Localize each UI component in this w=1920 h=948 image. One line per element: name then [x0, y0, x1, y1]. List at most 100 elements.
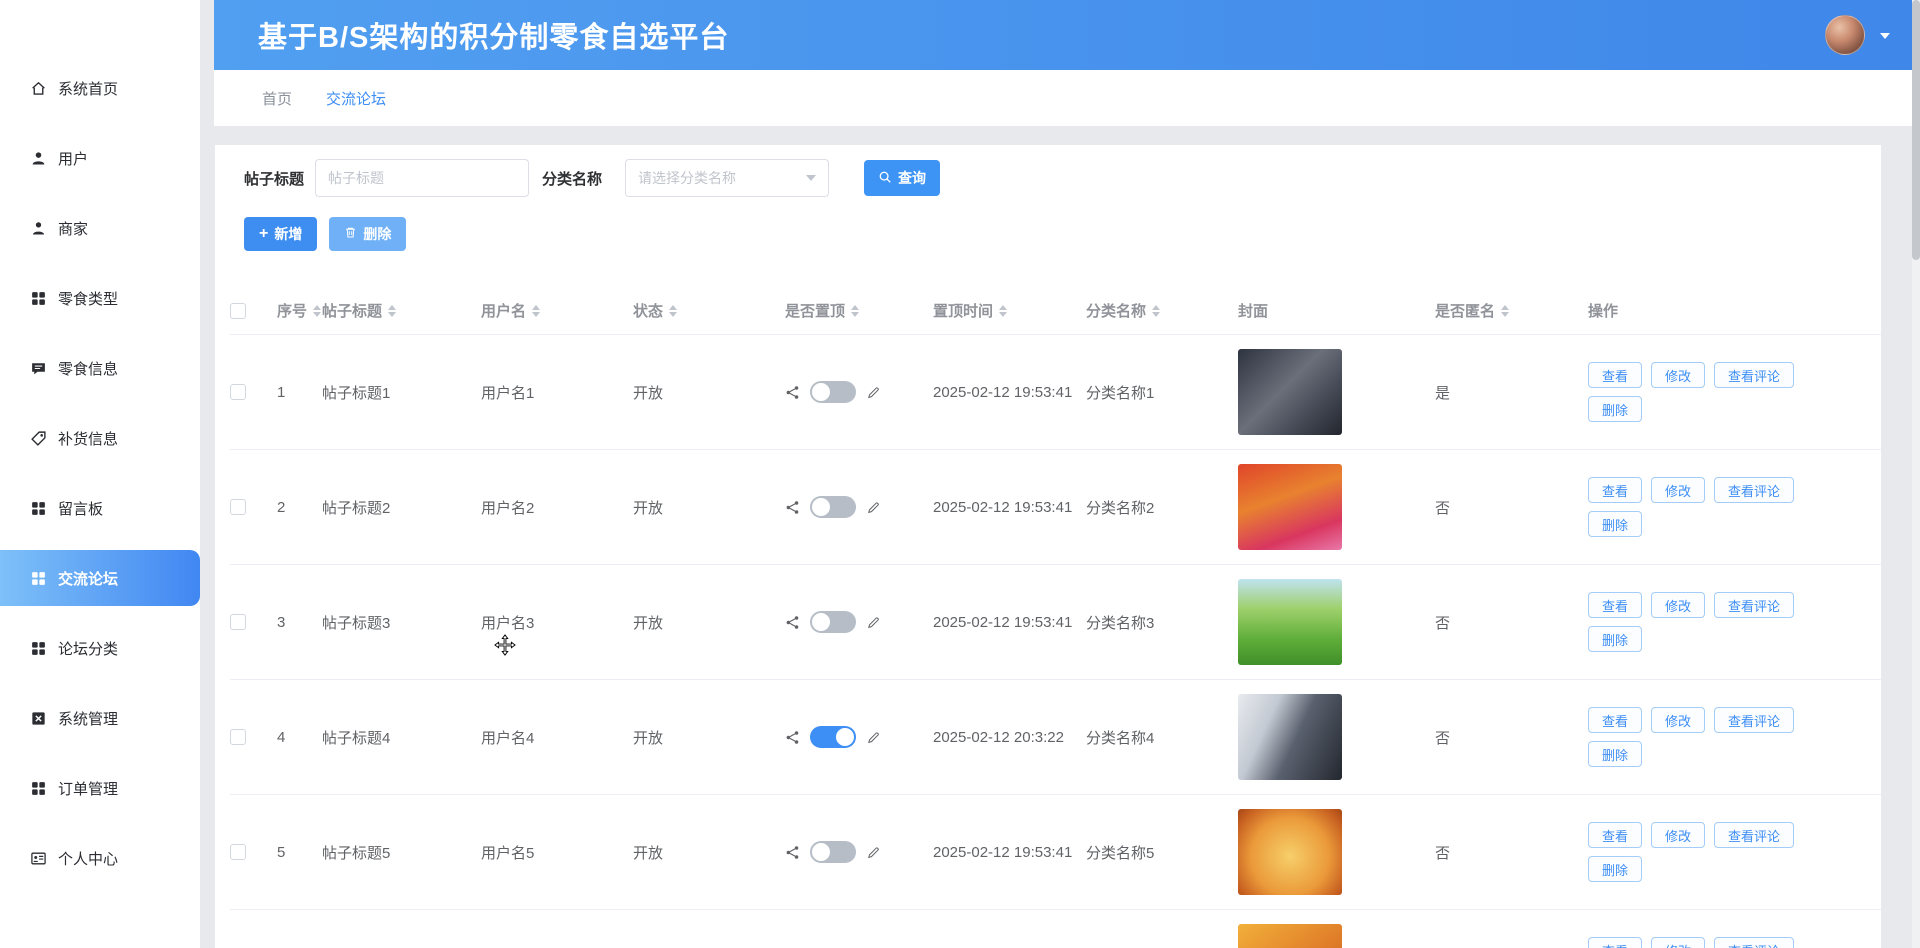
tab-home[interactable]: 首页 — [262, 88, 292, 109]
column-header-5[interactable]: 是否置顶 — [785, 300, 933, 321]
delete-row-button[interactable]: 删除 — [1588, 511, 1642, 537]
view-button[interactable]: 查看 — [1588, 822, 1642, 848]
sort-carets-icon[interactable] — [313, 305, 321, 317]
pin-toggle[interactable] — [810, 496, 856, 518]
delete-row-button[interactable]: 删除 — [1588, 626, 1642, 652]
sidebar-item-8[interactable]: 论坛分类 — [0, 624, 200, 672]
view-comments-button[interactable]: 查看评论 — [1714, 822, 1794, 848]
view-button[interactable]: 查看 — [1588, 937, 1642, 948]
sidebar-item-6[interactable]: 留言板 — [0, 484, 200, 532]
sort-carets-icon[interactable] — [1152, 305, 1160, 317]
category-select[interactable]: 请选择分类名称 — [625, 159, 829, 197]
sort-carets-icon[interactable] — [999, 305, 1007, 317]
sidebar-item-label: 个人中心 — [58, 848, 118, 869]
view-comments-button[interactable]: 查看评论 — [1714, 937, 1794, 948]
row-checkbox[interactable] — [230, 499, 246, 515]
column-header-3[interactable]: 用户名 — [481, 300, 633, 321]
column-label: 帖子标题 — [322, 300, 382, 321]
plus-icon: + — [259, 226, 268, 242]
view-button[interactable]: 查看 — [1588, 592, 1642, 618]
row-checkbox[interactable] — [230, 384, 246, 400]
edit-button[interactable]: 修改 — [1651, 362, 1705, 388]
column-header-4[interactable]: 状态 — [633, 300, 785, 321]
edit-pin-icon[interactable] — [866, 615, 881, 630]
profile-icon — [30, 850, 47, 867]
pin-toggle[interactable] — [810, 381, 856, 403]
sidebar-item-label: 零食信息 — [58, 358, 118, 379]
view-comments-button[interactable]: 查看评论 — [1714, 477, 1794, 503]
category-select-placeholder: 请选择分类名称 — [638, 168, 736, 188]
sort-carets-icon[interactable] — [1501, 305, 1509, 317]
sidebar-item-4[interactable]: 零食信息 — [0, 344, 200, 392]
view-comments-button[interactable]: 查看评论 — [1714, 362, 1794, 388]
sidebar-item-label: 系统首页 — [58, 78, 118, 99]
scrollbar-thumb[interactable] — [1912, 0, 1920, 260]
cover-image-autumn-path[interactable] — [1238, 464, 1342, 550]
share-icon — [785, 615, 800, 630]
pin-toggle[interactable] — [810, 726, 856, 748]
sort-carets-icon[interactable] — [851, 305, 859, 317]
cover-image-group-photo[interactable] — [1238, 349, 1342, 435]
avatar[interactable] — [1825, 15, 1865, 55]
edit-button[interactable]: 修改 — [1651, 592, 1705, 618]
cover-image-building[interactable] — [1238, 694, 1342, 780]
view-comments-button[interactable]: 查看评论 — [1714, 592, 1794, 618]
post-title-label: 帖子标题 — [244, 168, 304, 189]
sidebar-item-0[interactable]: 系统首页 — [0, 64, 200, 112]
chevron-down-icon[interactable] — [1880, 33, 1890, 39]
sidebar-item-2[interactable]: 商家 — [0, 204, 200, 252]
row-checkbox[interactable] — [230, 844, 246, 860]
filter-bar: 帖子标题 分类名称 请选择分类名称 查询 — [244, 159, 1881, 197]
delete-row-button[interactable]: 删除 — [1588, 856, 1642, 882]
edit-pin-icon[interactable] — [866, 845, 881, 860]
sidebar-item-1[interactable]: 用户 — [0, 134, 200, 182]
sidebar-item-3[interactable]: 零食类型 — [0, 274, 200, 322]
sort-carets-icon[interactable] — [532, 305, 540, 317]
post-title-input[interactable] — [315, 159, 529, 197]
pin-toggle[interactable] — [810, 841, 856, 863]
edit-button[interactable]: 修改 — [1651, 707, 1705, 733]
edit-pin-icon[interactable] — [866, 385, 881, 400]
view-button[interactable]: 查看 — [1588, 477, 1642, 503]
pin-toggle[interactable] — [810, 611, 856, 633]
column-label: 用户名 — [481, 300, 526, 321]
column-header-9[interactable]: 是否匿名 — [1435, 300, 1588, 321]
delete-selected-button[interactable]: 删除 — [329, 217, 406, 251]
cover-image-green-field[interactable] — [1238, 579, 1342, 665]
cover-image-pizza[interactable] — [1238, 809, 1342, 895]
content-panel: 帖子标题 分类名称 请选择分类名称 查询 + 新增 删除 序号帖子标题用户名状态… — [215, 145, 1881, 948]
sort-carets-icon[interactable] — [669, 305, 677, 317]
sidebar-item-7[interactable]: 交流论坛 — [0, 550, 200, 606]
delete-row-button[interactable]: 删除 — [1588, 396, 1642, 422]
message-icon — [30, 360, 47, 377]
sidebar-item-10[interactable]: 订单管理 — [0, 764, 200, 812]
column-header-2[interactable]: 帖子标题 — [322, 300, 481, 321]
sidebar-item-5[interactable]: 补货信息 — [0, 414, 200, 462]
edit-pin-icon[interactable] — [866, 730, 881, 745]
select-all-checkbox[interactable] — [230, 303, 246, 319]
column-header-7[interactable]: 分类名称 — [1086, 300, 1238, 321]
pin-time: 2025-02-12 19:53:41 — [933, 614, 1072, 631]
view-comments-button[interactable]: 查看评论 — [1714, 707, 1794, 733]
edit-pin-icon[interactable] — [866, 500, 881, 515]
add-button[interactable]: + 新增 — [244, 217, 317, 251]
delete-row-button[interactable]: 删除 — [1588, 741, 1642, 767]
sort-carets-icon[interactable] — [388, 305, 396, 317]
column-label: 是否置顶 — [785, 300, 845, 321]
edit-button[interactable]: 修改 — [1651, 937, 1705, 948]
view-button[interactable]: 查看 — [1588, 707, 1642, 733]
row-checkbox[interactable] — [230, 614, 246, 630]
edit-button[interactable]: 修改 — [1651, 822, 1705, 848]
sidebar-item-9[interactable]: 系统管理 — [0, 694, 200, 742]
scrollbar-track[interactable] — [1912, 0, 1920, 948]
view-button[interactable]: 查看 — [1588, 362, 1642, 388]
cover-image-autumn-trees[interactable] — [1238, 924, 1342, 948]
row-checkbox[interactable] — [230, 729, 246, 745]
edit-button[interactable]: 修改 — [1651, 477, 1705, 503]
column-header-6[interactable]: 置顶时间 — [933, 300, 1086, 321]
sidebar-item-11[interactable]: 个人中心 — [0, 834, 200, 882]
column-header-1[interactable]: 序号 — [277, 300, 322, 321]
tab-forum[interactable]: 交流论坛 — [326, 88, 386, 109]
grid-icon — [30, 500, 47, 517]
search-button[interactable]: 查询 — [864, 160, 940, 196]
